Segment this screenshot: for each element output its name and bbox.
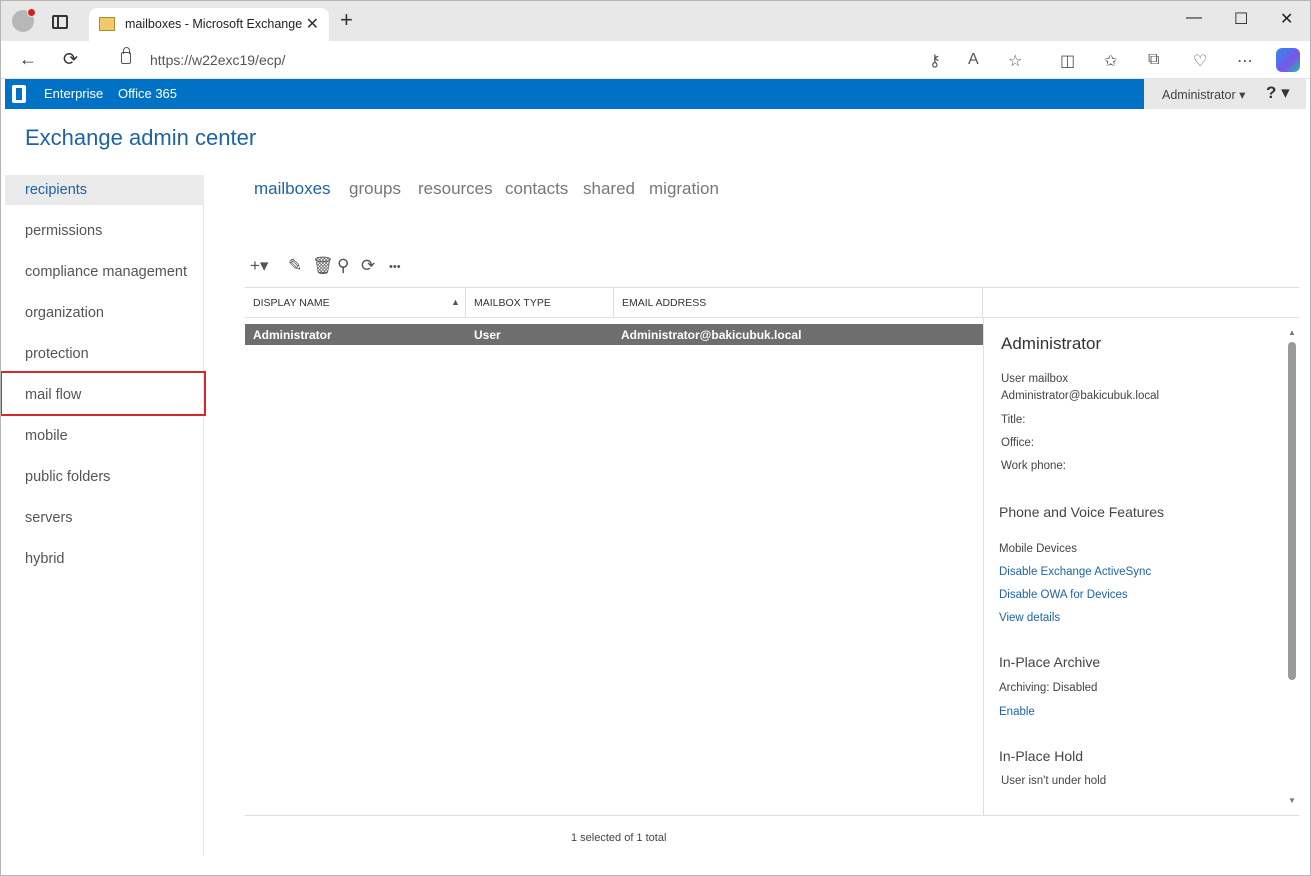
ecp-header-bar: Enterprise Office 365 Administrator ▾ ? …	[5, 79, 1306, 109]
tab-actions-icon[interactable]	[52, 15, 68, 29]
disable-owa-link[interactable]: Disable OWA for Devices	[999, 589, 1128, 601]
url-field[interactable]: https://w22exc19/ecp/	[107, 46, 1043, 74]
address-bar-row: ← ⟳ https://w22exc19/ecp/ ⚷ A ☆ ◫ ✩ ⧉ ♡ …	[0, 41, 1311, 79]
nav-item-hybrid[interactable]: hybrid	[5, 544, 204, 574]
tab-shared[interactable]: shared	[583, 179, 635, 199]
split-screen-icon[interactable]: ◫	[1060, 51, 1075, 71]
profile-avatar-icon[interactable]	[12, 8, 36, 32]
tab-close-icon[interactable]: ✕	[306, 14, 319, 34]
enable-archive-link[interactable]: Enable	[999, 706, 1035, 718]
collections-icon[interactable]: ⧉	[1148, 51, 1159, 69]
details-office-label: Office:	[1001, 437, 1035, 449]
cell-email: Administrator@bakicubuk.local	[621, 328, 802, 342]
tab-contacts[interactable]: contacts	[505, 179, 568, 199]
details-work-phone-label: Work phone:	[1001, 460, 1066, 472]
tab-resources[interactable]: resources	[418, 179, 493, 199]
scroll-thumb[interactable]	[1288, 342, 1296, 680]
tab-migration[interactable]: migration	[649, 179, 719, 199]
grid-bottom-border	[245, 815, 1299, 816]
view-details-link[interactable]: View details	[999, 612, 1060, 624]
nav-item-permissions[interactable]: permissions	[5, 216, 204, 246]
nav-item-compliance-management[interactable]: compliance management	[5, 257, 204, 287]
hold-heading: In-Place Hold	[999, 748, 1084, 764]
copilot-icon[interactable]	[1276, 48, 1300, 72]
key-icon[interactable]: ⚷	[929, 51, 941, 71]
scroll-up-icon[interactable]: ▲	[1288, 328, 1296, 337]
favorite-star-icon[interactable]: ☆	[1008, 51, 1022, 71]
maximize-button[interactable]: ☐	[1234, 9, 1248, 29]
nav-item-recipients[interactable]: recipients	[5, 175, 204, 205]
grid-header: DISPLAY NAME ▲ MAILBOX TYPE EMAIL ADDRES…	[245, 287, 1299, 318]
tab-title: mailboxes - Microsoft Exchange	[125, 17, 303, 31]
details-email: Administrator@bakicubuk.local	[1001, 390, 1160, 402]
new-tab-button[interactable]: +	[340, 9, 353, 31]
delete-icon[interactable]: 🗑	[312, 256, 334, 276]
page-title: Exchange admin center	[25, 125, 257, 150]
search-icon[interactable]: ⚲	[337, 256, 349, 276]
add-icon[interactable]: +▾	[250, 256, 268, 276]
user-menu[interactable]: Administrator ▾	[1162, 87, 1245, 102]
browser-tab[interactable]: mailboxes - Microsoft Exchange ✕	[89, 8, 329, 41]
close-window-button[interactable]: ✕	[1280, 9, 1293, 29]
minimize-button[interactable]: —	[1186, 9, 1202, 27]
left-nav: recipients permissions compliance manage…	[5, 175, 204, 856]
lock-icon	[121, 47, 131, 64]
disable-activesync-link[interactable]: Disable Exchange ActiveSync	[999, 566, 1151, 578]
nav-item-public-folders[interactable]: public folders	[5, 462, 204, 492]
table-row[interactable]: Administrator User Administrator@bakicub…	[245, 324, 983, 345]
browser-tab-bar: mailboxes - Microsoft Exchange ✕ + — ☐ ✕	[0, 0, 1311, 41]
cell-mailbox-type: User	[474, 328, 501, 342]
cell-display-name: Administrator	[253, 328, 332, 342]
column-mailbox-type[interactable]: MAILBOX TYPE	[474, 297, 551, 309]
mail-flow-highlight	[0, 371, 206, 416]
phone-voice-heading: Phone and Voice Features	[999, 504, 1165, 520]
more-menu-icon[interactable]: ⋯	[1237, 51, 1253, 71]
column-display-name[interactable]: DISPLAY NAME	[253, 297, 330, 309]
details-pane: Administrator User mailbox Administrator…	[984, 322, 1299, 815]
favorites-icon[interactable]: ✩	[1104, 51, 1117, 71]
details-title-label: Title:	[1001, 414, 1026, 426]
mobile-devices-label: Mobile Devices	[999, 543, 1077, 555]
column-separator	[982, 288, 983, 318]
nav-item-servers[interactable]: servers	[5, 503, 204, 533]
tab-mailboxes[interactable]: mailboxes	[254, 179, 331, 199]
edit-icon[interactable]: ✎	[288, 256, 302, 276]
read-aloud-icon[interactable]: A	[968, 51, 979, 69]
nav-item-organization[interactable]: organization	[5, 298, 204, 328]
nav-item-protection[interactable]: protection	[5, 339, 204, 369]
tab-groups[interactable]: groups	[349, 179, 401, 199]
selection-status: 1 selected of 1 total	[571, 832, 667, 844]
scroll-down-icon[interactable]: ▼	[1288, 796, 1296, 805]
help-menu[interactable]: ? ▾	[1266, 83, 1290, 103]
reload-button[interactable]: ⟳	[63, 49, 78, 70]
column-separator	[465, 288, 466, 318]
browser-essentials-icon[interactable]: ♡	[1193, 51, 1207, 71]
sort-ascending-icon: ▲	[451, 297, 460, 307]
office365-link[interactable]: Office 365	[118, 86, 177, 101]
details-scrollbar[interactable]: ▲ ▼	[1288, 328, 1297, 811]
url-text: https://w22exc19/ecp/	[150, 52, 286, 68]
more-options-icon[interactable]: •••	[389, 261, 401, 273]
refresh-icon[interactable]: ⟳	[361, 256, 375, 276]
column-email-address[interactable]: EMAIL ADDRESS	[622, 297, 706, 309]
nav-item-mobile[interactable]: mobile	[5, 421, 204, 451]
enterprise-link[interactable]: Enterprise	[44, 86, 103, 101]
column-separator	[613, 288, 614, 318]
archive-heading: In-Place Archive	[999, 654, 1101, 670]
user-area: Administrator ▾ ? ▾	[1144, 79, 1306, 109]
back-button[interactable]: ←	[19, 49, 37, 70]
exchange-favicon-icon	[99, 17, 115, 31]
office-logo-icon	[12, 85, 26, 103]
archiving-status: Archiving: Disabled	[999, 682, 1098, 694]
details-mailbox-type: User mailbox	[1001, 373, 1069, 385]
hold-status: User isn't under hold	[1001, 775, 1107, 787]
details-title: Administrator	[1001, 334, 1102, 353]
